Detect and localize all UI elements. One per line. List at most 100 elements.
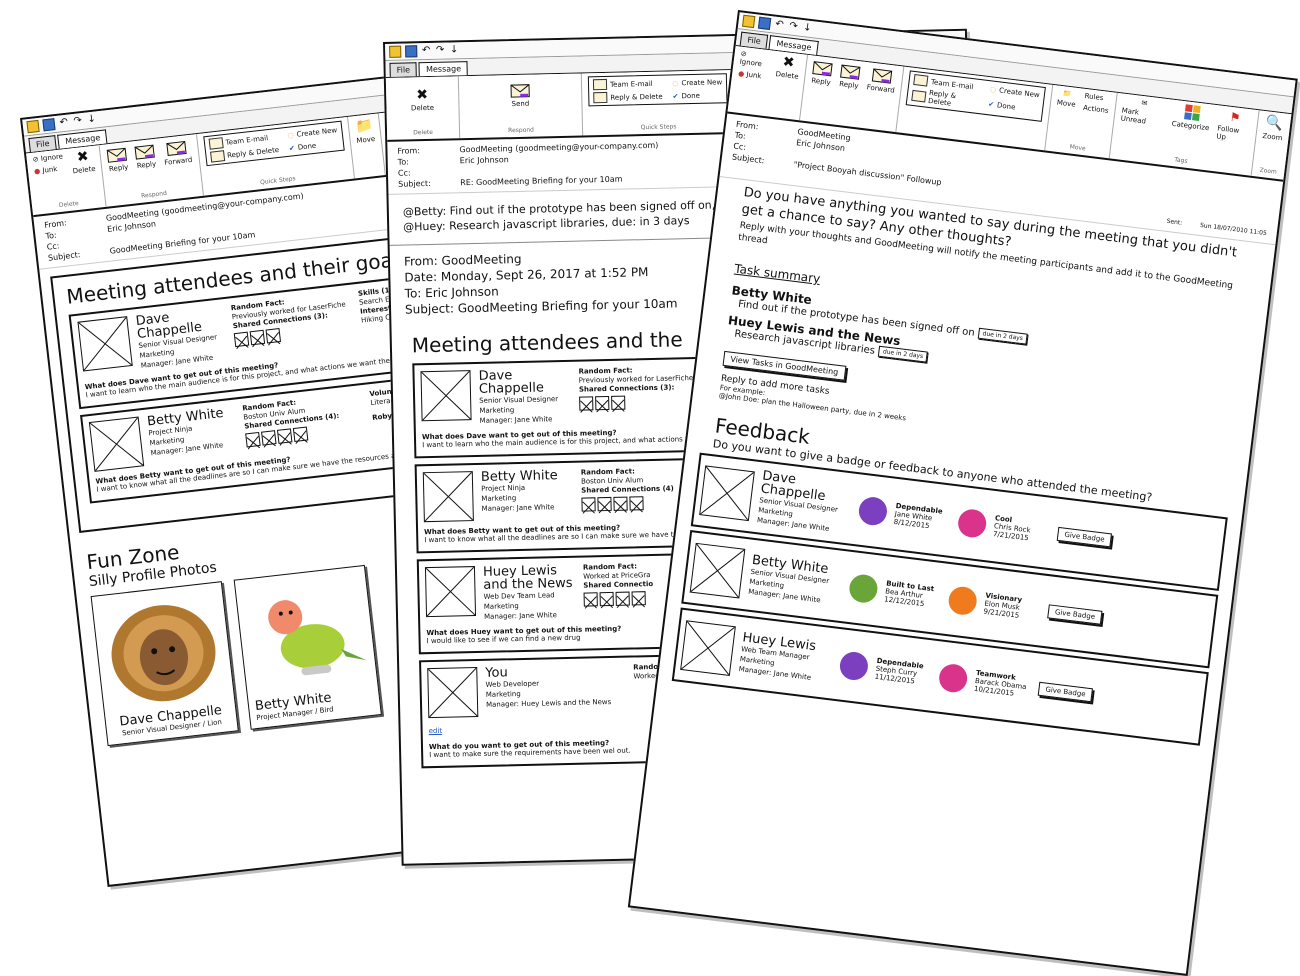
profile-photo-placeholder (424, 566, 477, 618)
give-badge-button[interactable]: Give Badge (1037, 681, 1094, 703)
connection-avatar[interactable] (276, 428, 293, 447)
profile-photo-placeholder (420, 370, 472, 422)
subject-value: RE: GoodMeeting Briefing for your 10am (460, 174, 623, 188)
delete-button[interactable]: ✖ Delete (392, 87, 453, 112)
save-icon[interactable] (405, 45, 418, 58)
connection-avatar[interactable] (611, 395, 626, 413)
connection-avatar[interactable] (599, 591, 614, 609)
create-new-step[interactable]: ◌ Create New (672, 76, 722, 88)
respond-group: Send Respond (458, 73, 584, 139)
junk-icon: ● (33, 167, 41, 176)
visionary-badge-icon (947, 585, 979, 617)
connection-avatar[interactable] (581, 497, 596, 514)
connection-avatar[interactable] (233, 331, 250, 350)
reply-all-label: Reply (136, 159, 157, 171)
mark-unread-icon: ✉ (1141, 98, 1148, 108)
connection-avatar[interactable] (583, 592, 598, 609)
attendee-title: Senior Visual Designer (479, 395, 559, 405)
attendee-name-line2: and the News (483, 575, 573, 593)
redo-icon[interactable]: ↷ (788, 20, 799, 32)
connection-avatar[interactable] (613, 496, 628, 514)
dependable-badge-icon (857, 495, 889, 527)
forward-button[interactable]: Forward (162, 138, 193, 167)
redo-icon[interactable]: ↷ (72, 115, 83, 127)
connection-avatar[interactable] (597, 496, 612, 514)
team-email-label: Team E-mail (609, 79, 653, 89)
tab-file[interactable]: File (389, 62, 418, 77)
move-label: Move (356, 134, 376, 146)
give-badge-button[interactable]: Give Badge (1056, 526, 1113, 548)
zoom-button[interactable]: 🔍 Zoom (1262, 114, 1285, 142)
reply-all-icon (840, 62, 862, 80)
edit-profile-link[interactable]: edit (429, 727, 443, 735)
team-email-step[interactable]: Team E-mail (592, 78, 663, 91)
create-new-label: Create New (681, 77, 723, 87)
undo-icon[interactable]: ↶ (421, 45, 431, 56)
save-icon[interactable] (757, 16, 772, 31)
down-arrow-icon[interactable]: ↓ (802, 22, 813, 34)
sent-label: Sent: (1166, 217, 1183, 227)
team-email-icon (913, 74, 929, 87)
categorize-button[interactable]: Categorize (1171, 103, 1212, 132)
connection-avatar[interactable] (265, 327, 282, 346)
connection-avatar[interactable] (249, 329, 266, 348)
connection-avatar[interactable] (595, 395, 610, 413)
ignore-button[interactable]: ⊘ Ignore (739, 50, 770, 69)
silly-photo-betty[interactable]: Betty White Project Manager / Bird (233, 564, 382, 730)
tab-message[interactable]: Message (418, 61, 469, 77)
junk-button[interactable]: ● Junk (33, 164, 65, 176)
zoom-label: Zoom (1261, 131, 1283, 143)
mark-unread-button[interactable]: ✉ Mark Unread (1120, 97, 1166, 128)
undo-icon[interactable]: ↶ (58, 117, 69, 129)
lion-photo-image (98, 588, 229, 712)
reply-button[interactable]: Reply (811, 59, 834, 87)
delete-icon: ✖ (416, 86, 429, 104)
send-label: Send (511, 99, 530, 109)
rules-button[interactable]: Rules (1084, 92, 1110, 103)
save-icon[interactable] (42, 118, 56, 132)
delete-label: Delete (410, 103, 435, 113)
give-badge-button[interactable]: Give Badge (1047, 604, 1103, 625)
profile-photo-placeholder (680, 620, 736, 676)
quick-steps-group: Team E-mail ◌ Create New Reply & Delete ✔… (581, 70, 736, 136)
done-step[interactable]: ✔ Done (987, 96, 1038, 118)
connection-avatar[interactable] (261, 430, 277, 448)
silly-photo-dave[interactable]: Dave Chappelle Senior Visual Designer / … (90, 581, 239, 747)
zoom-group: 🔍 Zoom Zoom (1251, 110, 1291, 179)
connection-avatar[interactable] (629, 496, 644, 513)
junk-button[interactable]: ● Junk (738, 70, 768, 81)
subject-label: Subject: (398, 178, 431, 189)
move-button[interactable]: 📁 Move (1056, 89, 1077, 109)
follow-up-button[interactable]: ⚑ Follow Up (1216, 108, 1252, 144)
profile-photo-placeholder (77, 316, 133, 372)
connection-avatar[interactable] (245, 431, 261, 450)
connection-avatar[interactable] (631, 591, 646, 608)
check-icon: ✔ (672, 91, 679, 100)
quick-steps-caption: Quick Steps (640, 123, 677, 132)
reply-all-label: Reply (838, 79, 859, 91)
follow-up-label: Follow Up (1215, 124, 1240, 142)
connection-avatar[interactable] (615, 591, 630, 609)
connection-avatar[interactable] (579, 396, 594, 413)
reply-all-button[interactable]: Reply (134, 142, 157, 170)
connection-avatar[interactable] (292, 426, 309, 445)
reply-button[interactable]: Reply (106, 145, 129, 173)
reply-delete-step[interactable]: Reply & Delete (593, 91, 663, 104)
delete-button[interactable]: ✖ Delete (775, 54, 801, 81)
down-arrow-icon[interactable]: ↓ (449, 44, 459, 55)
mail-icon (389, 45, 402, 58)
down-arrow-icon[interactable]: ↓ (86, 113, 97, 125)
move-button[interactable]: 📁 Move (354, 117, 376, 145)
forward-button[interactable]: Forward (866, 65, 897, 95)
send-button[interactable]: Send (465, 81, 576, 109)
done-step[interactable]: ✔ Done (672, 89, 722, 101)
actions-button[interactable]: Actions (1083, 104, 1109, 115)
move-group: 📁 Move (347, 113, 387, 179)
reply-all-button[interactable]: Reply (838, 62, 861, 90)
ignore-button[interactable]: ⊘ Ignore (32, 152, 63, 163)
reply-delete-icon (911, 89, 927, 102)
delete-button[interactable]: ✖ Delete (70, 149, 96, 176)
undo-icon[interactable]: ↶ (774, 19, 785, 31)
redo-icon[interactable]: ↷ (435, 45, 445, 56)
reply-icon (106, 145, 128, 163)
